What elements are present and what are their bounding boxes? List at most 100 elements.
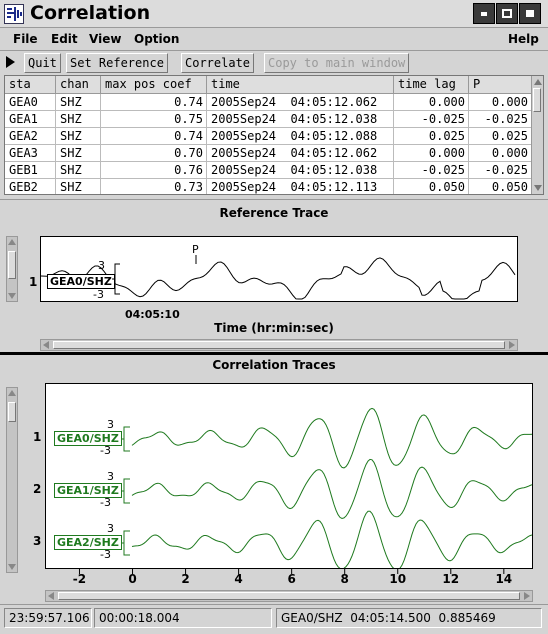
correlation-traces-title: Correlation Traces [212,358,336,372]
cell-time-lag: -0.025 [394,162,469,179]
correlation-scale-bottom: -3 [100,496,111,509]
table-row[interactable]: GEB2 SHZ 0.73 2005Sep24 04:05:12.113 0.050 0.… [5,179,532,194]
cell-sta: GEA1 [5,111,56,128]
x-tick-label: 8 [340,572,349,586]
correlation-vertical-scrollbar[interactable] [6,387,18,573]
status-bar: 23:59:57.106 00:00:18.004 GEA0/SHZ 04:05… [0,604,548,634]
table-vertical-scrollbar[interactable] [531,76,543,194]
cell-max-pos-coef: 0.73 [101,179,207,194]
correlation-trace-label[interactable]: GEA1/SHZ [54,483,122,498]
cell-time: 2005Sep24 04:05:12.038 [207,111,394,128]
correlation-trace-label[interactable]: GEA0/SHZ [54,431,122,446]
copy-to-main-window-button[interactable]: Copy to main window [264,53,410,73]
cell-p: -0.025 [469,162,532,179]
status-cursor-info: GEA0/SHZ 04:05:14.500 0.885469 [276,608,542,628]
correlation-vscroll-thumb[interactable] [8,402,16,422]
close-button[interactable] [519,3,541,24]
table-row[interactable]: GEA3 SHZ 0.70 2005Sep24 04:05:12.062 0.000 0.… [5,145,532,162]
cell-sta: GEB2 [5,179,56,194]
menu-edit[interactable]: Edit [51,32,78,46]
correlation-scale-bottom: -3 [100,548,111,561]
x-tick-label: 14 [495,572,513,586]
toolbar: Quit Set Reference Correlate Copy to mai… [0,52,548,74]
cell-time-lag: 0.000 [394,94,469,111]
reference-scale-top: 3 [98,259,105,272]
cell-time: 2005Sep24 04:05:12.062 [207,94,394,111]
cell-chan: SHZ [56,162,101,179]
reference-hscroll-thumb[interactable] [53,341,505,349]
scroll-up-icon[interactable] [8,390,16,396]
correlation-trace-number: 1 [33,430,42,444]
cell-sta: GEA3 [5,145,56,162]
scroll-left-icon[interactable] [43,341,49,349]
correlation-scale-top: 3 [107,522,114,535]
cell-chan: SHZ [56,179,101,194]
x-tick-label: -2 [72,572,87,586]
cell-time-lag: 0.000 [394,145,469,162]
scroll-down-icon[interactable] [8,564,16,570]
scroll-left-icon[interactable] [48,592,54,600]
column-header-time-lag[interactable]: time lag [394,76,469,94]
app-icon[interactable] [4,4,24,24]
cell-max-pos-coef: 0.74 [101,94,207,111]
table-scroll-thumb[interactable] [533,88,541,112]
menu-help[interactable]: Help [508,32,539,46]
correlate-button[interactable]: Correlate [181,53,255,73]
column-header-sta[interactable]: sta [5,76,56,94]
title-bar: Correlation [0,0,548,28]
cell-sta: GEA0 [5,94,56,111]
correlation-horizontal-scrollbar[interactable] [45,590,533,602]
status-time: 23:59:57.106 [4,608,92,628]
column-header-chan[interactable]: chan [56,76,101,94]
status-duration: 00:00:18.004 [94,608,272,628]
cell-time: 2005Sep24 04:05:12.113 [207,179,394,194]
scroll-up-icon[interactable] [8,239,16,245]
correlation-scale-top: 3 [107,470,114,483]
cell-p: 0.000 [469,145,532,162]
correlation-scale-top: 3 [107,418,114,431]
cell-max-pos-coef: 0.74 [101,128,207,145]
reference-vertical-scrollbar[interactable] [6,236,18,302]
scroll-right-icon[interactable] [509,341,515,349]
x-tick-label: 12 [442,572,460,586]
cell-time: 2005Sep24 04:05:12.062 [207,145,394,162]
minimize-button[interactable] [473,3,495,24]
set-reference-button[interactable]: Set Reference [66,53,168,73]
correlation-scale-bottom: -3 [100,444,111,457]
scroll-up-icon[interactable] [534,79,542,85]
column-header-time[interactable]: time [207,76,394,94]
reference-trace-panel: Reference Trace 1 P GEA0/SHZ 3 -3 04:05:… [0,199,548,352]
reference-vscroll-thumb[interactable] [8,251,16,279]
column-header-max-pos-coef[interactable]: max pos coef [101,76,207,94]
menu-option[interactable]: Option [134,32,179,46]
reference-horizontal-scrollbar[interactable] [40,339,518,351]
cell-time-lag: 0.050 [394,179,469,194]
correlation-hscroll-thumb[interactable] [58,592,520,600]
cell-p: -0.025 [469,111,532,128]
table-row[interactable]: GEA1 SHZ 0.75 2005Sep24 04:05:12.038 -0.025-… [5,111,532,128]
scroll-down-icon[interactable] [8,293,16,299]
maximize-button[interactable] [496,3,518,24]
cell-time-lag: 0.025 [394,128,469,145]
quit-button[interactable]: Quit [24,53,61,73]
menu-file[interactable]: File [13,32,38,46]
minimize-icon [481,12,487,16]
toolbar-toggle-arrow-icon[interactable] [6,56,15,68]
reference-scale-bottom: -3 [93,288,104,301]
table-row[interactable]: GEA0 SHZ 0.74 2005Sep24 04:05:12.062 0.000 0.… [5,94,532,111]
menu-view[interactable]: View [89,32,121,46]
reference-time-tick: 04:05:10 [125,308,180,321]
x-tick-label: 6 [287,572,296,586]
maximize-icon [502,9,512,18]
cell-chan: SHZ [56,94,101,111]
x-tick-label: 2 [181,572,190,586]
scroll-down-icon[interactable] [534,185,542,191]
reference-trace-label[interactable]: GEA0/SHZ [47,274,115,289]
table-row[interactable]: GEA2 SHZ 0.74 2005Sep24 04:05:12.088 0.025 0.… [5,128,532,145]
column-header-p[interactable]: P [469,76,532,94]
scroll-right-icon[interactable] [524,592,530,600]
x-tick-label: 4 [234,572,243,586]
correlation-trace-label[interactable]: GEA2/SHZ [54,535,122,550]
cell-sta: GEB1 [5,162,56,179]
table-row[interactable]: GEB1 SHZ 0.76 2005Sep24 04:05:12.038 -0.025-… [5,162,532,179]
